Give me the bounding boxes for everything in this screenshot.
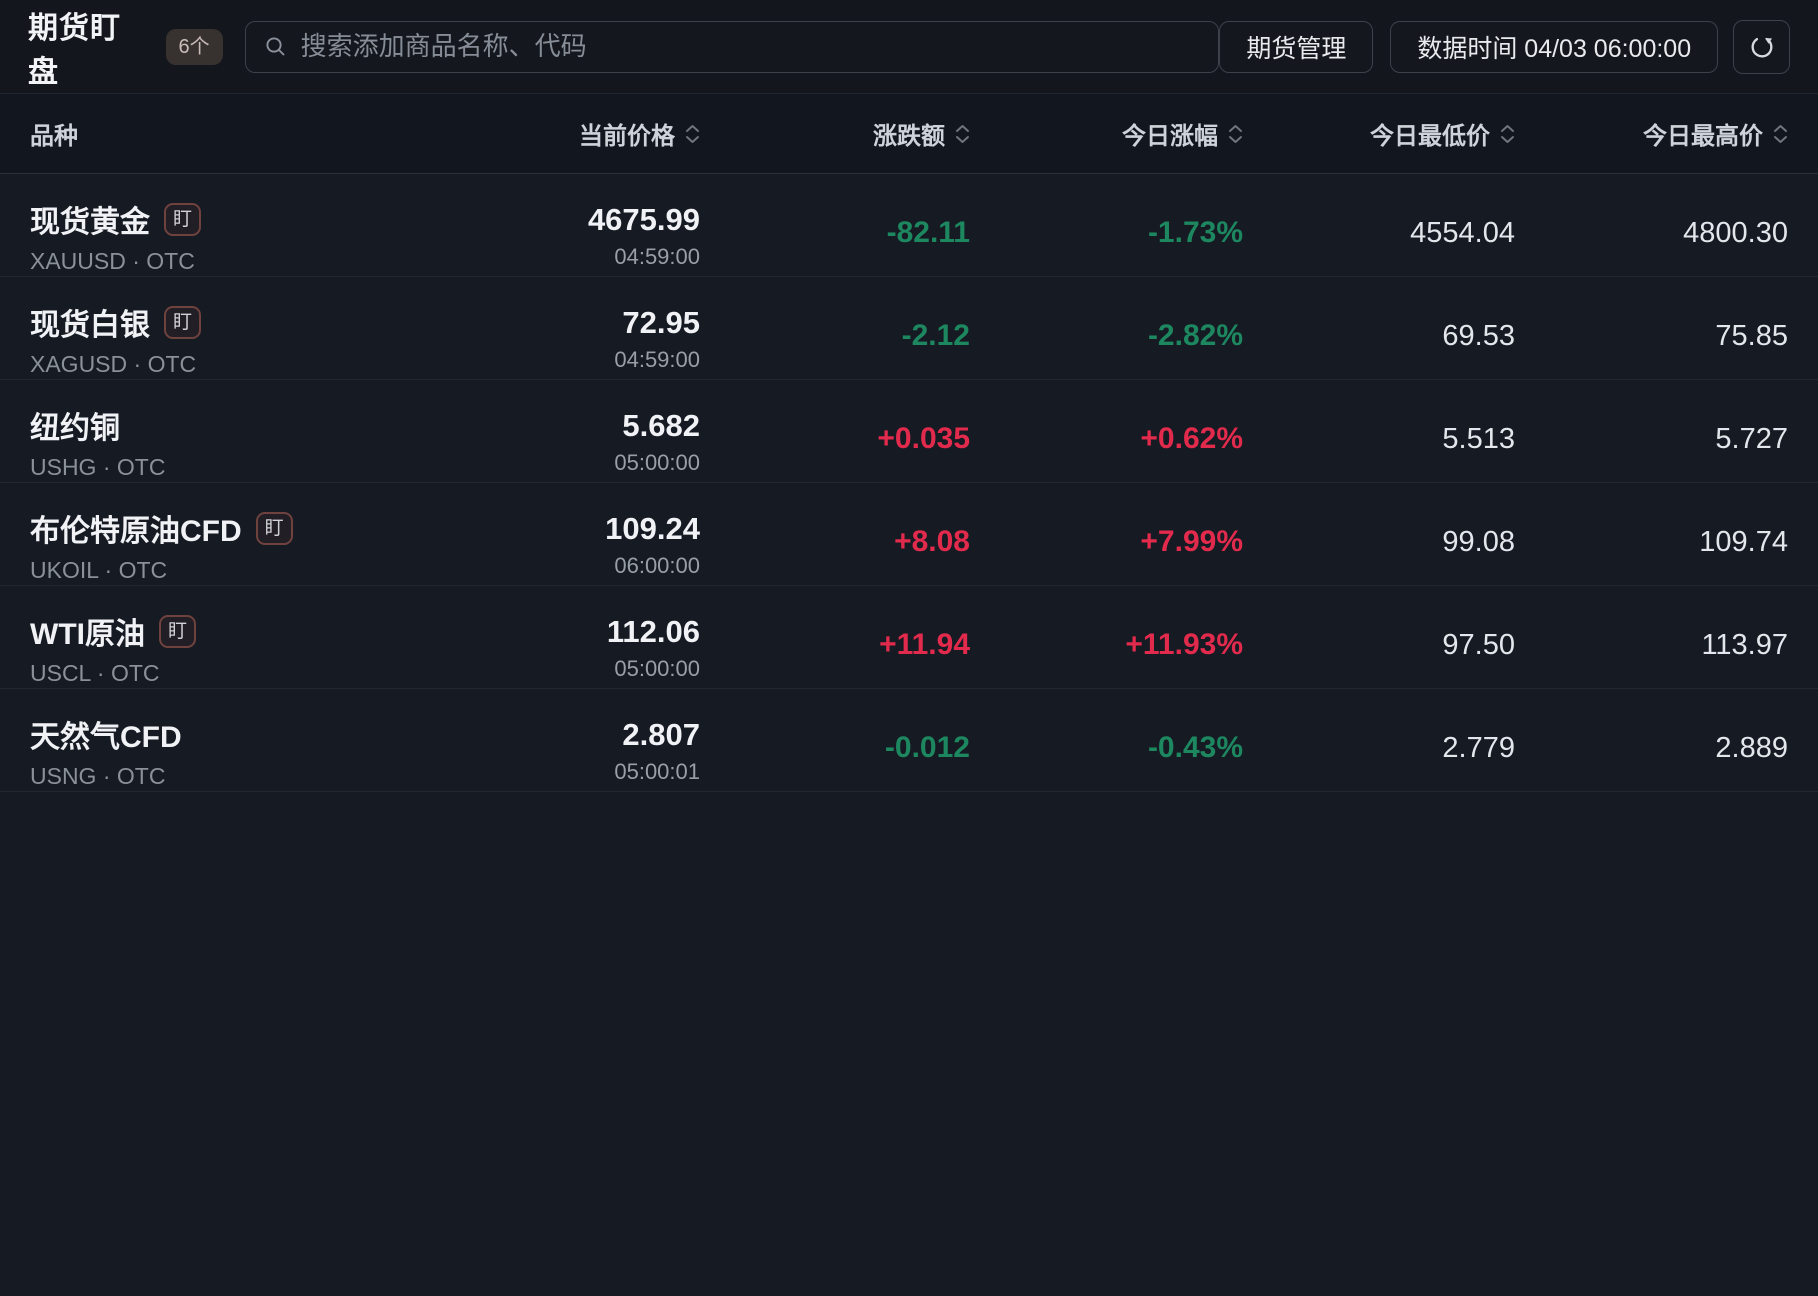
column-header-low[interactable]: 今日最低价 [1243,116,1515,151]
futures-manage-button[interactable]: 期货管理 [1219,21,1373,73]
instrument-cell: 现货黄金 盯 XAUUSD · OTC [30,197,430,275]
price-cell: 109.24 06:00:00 [430,511,700,579]
data-time-button[interactable]: 数据时间 04/03 06:00:00 [1390,21,1718,73]
instrument-cell: 纽约铜 USHG · OTC [30,403,430,481]
price-cell: 2.807 05:00:01 [430,717,700,785]
day-low: 5.513 [1243,423,1515,456]
instrument-symbol: USCL · OTC [30,660,430,687]
day-high: 109.74 [1515,526,1788,559]
change-amount: +0.035 [700,422,970,456]
change-percent: -2.82% [970,319,1243,353]
column-header-percent-label: 今日涨幅 [1122,116,1218,151]
column-header-change[interactable]: 涨跌额 [700,116,970,151]
instrument-name: 现货黄金 [30,197,150,241]
refresh-icon [1748,33,1776,61]
change-percent: +0.62% [970,422,1243,456]
table-header: 品种 当前价格 涨跌额 今日涨幅 今日最低价 今日最高价 [0,94,1818,174]
sort-updown-icon [1500,124,1515,144]
current-price: 5.682 [430,408,700,444]
instrument-cell: 现货白银 盯 XAGUSD · OTC [30,300,430,378]
table-row[interactable]: 纽约铜 USHG · OTC 5.682 05:00:00 +0.035 +0.… [0,380,1818,483]
current-price: 72.95 [430,305,700,341]
change-amount: -0.012 [700,731,970,765]
instrument-name: 现货白银 [30,300,150,344]
price-time: 05:00:00 [430,656,700,682]
day-high: 75.85 [1515,320,1788,353]
current-price: 2.807 [430,717,700,753]
search-icon [264,35,288,59]
day-low: 2.779 [1243,732,1515,765]
day-low: 99.08 [1243,526,1515,559]
table-row[interactable]: WTI原油 盯 USCL · OTC 112.06 05:00:00 +11.9… [0,586,1818,689]
day-high: 2.889 [1515,732,1788,765]
page-title: 期货盯盘 [28,3,150,91]
instrument-name: 纽约铜 [30,403,120,447]
column-header-name-label: 品种 [30,116,78,151]
instrument-cell: 天然气CFD USNG · OTC [30,712,430,790]
day-low: 97.50 [1243,629,1515,662]
price-time: 06:00:00 [430,553,700,579]
change-amount: +11.94 [700,628,970,662]
table-row[interactable]: 现货白银 盯 XAGUSD · OTC 72.95 04:59:00 -2.12… [0,277,1818,380]
sort-updown-icon [1773,124,1788,144]
table-row[interactable]: 现货黄金 盯 XAUUSD · OTC 4675.99 04:59:00 -82… [0,174,1818,277]
day-low: 69.53 [1243,320,1515,353]
instrument-symbol: XAUUSD · OTC [30,248,430,275]
current-price: 109.24 [430,511,700,547]
instrument-symbol: UKOIL · OTC [30,557,430,584]
watchlist-table: 现货黄金 盯 XAUUSD · OTC 4675.99 04:59:00 -82… [0,174,1818,792]
sort-updown-icon [955,124,970,144]
day-high: 113.97 [1515,629,1788,662]
price-time: 05:00:01 [430,759,700,785]
day-high: 4800.30 [1515,217,1788,250]
instrument-name: 布伦特原油CFD [30,506,242,550]
watch-tag-badge: 盯 [164,306,201,339]
column-header-low-label: 今日最低价 [1370,116,1490,151]
watch-tag-badge: 盯 [164,203,201,236]
refresh-button[interactable] [1733,20,1790,74]
change-percent: -1.73% [970,216,1243,250]
column-header-percent[interactable]: 今日涨幅 [970,116,1243,151]
price-cell: 72.95 04:59:00 [430,305,700,373]
change-percent: +7.99% [970,525,1243,559]
change-percent: +11.93% [970,628,1243,662]
price-cell: 5.682 05:00:00 [430,408,700,476]
table-row[interactable]: 天然气CFD USNG · OTC 2.807 05:00:01 -0.012 … [0,689,1818,792]
instrument-symbol: USHG · OTC [30,454,430,481]
search-input[interactable] [301,31,1201,62]
change-percent: -0.43% [970,731,1243,765]
change-amount: +8.08 [700,525,970,559]
change-amount: -2.12 [700,319,970,353]
price-cell: 112.06 05:00:00 [430,614,700,682]
change-amount: -82.11 [700,216,970,250]
current-price: 112.06 [430,614,700,650]
sort-updown-icon [685,124,700,144]
instrument-symbol: USNG · OTC [30,763,430,790]
topbar: 期货盯盘 6个 期货管理 数据时间 04/03 06:00:00 [0,0,1818,94]
column-header-name: 品种 [30,116,430,151]
day-low: 4554.04 [1243,217,1515,250]
instrument-name: 天然气CFD [30,712,182,756]
instrument-name: WTI原油 [30,609,145,653]
search-box[interactable] [245,21,1220,73]
watch-tag-badge: 盯 [256,512,293,545]
table-row[interactable]: 布伦特原油CFD 盯 UKOIL · OTC 109.24 06:00:00 +… [0,483,1818,586]
price-time: 05:00:00 [430,450,700,476]
sort-updown-icon [1228,124,1243,144]
price-time: 04:59:00 [430,244,700,270]
day-high: 5.727 [1515,423,1788,456]
instrument-cell: WTI原油 盯 USCL · OTC [30,609,430,687]
column-header-price-label: 当前价格 [579,116,675,151]
instrument-cell: 布伦特原油CFD 盯 UKOIL · OTC [30,506,430,584]
column-header-change-label: 涨跌额 [873,116,945,151]
watch-tag-badge: 盯 [159,615,196,648]
column-header-price[interactable]: 当前价格 [430,116,700,151]
current-price: 4675.99 [430,202,700,238]
watchlist-count-badge: 6个 [166,29,223,65]
instrument-symbol: XAGUSD · OTC [30,351,430,378]
price-cell: 4675.99 04:59:00 [430,202,700,270]
price-time: 04:59:00 [430,347,700,373]
column-header-high[interactable]: 今日最高价 [1515,116,1788,151]
column-header-high-label: 今日最高价 [1643,116,1763,151]
